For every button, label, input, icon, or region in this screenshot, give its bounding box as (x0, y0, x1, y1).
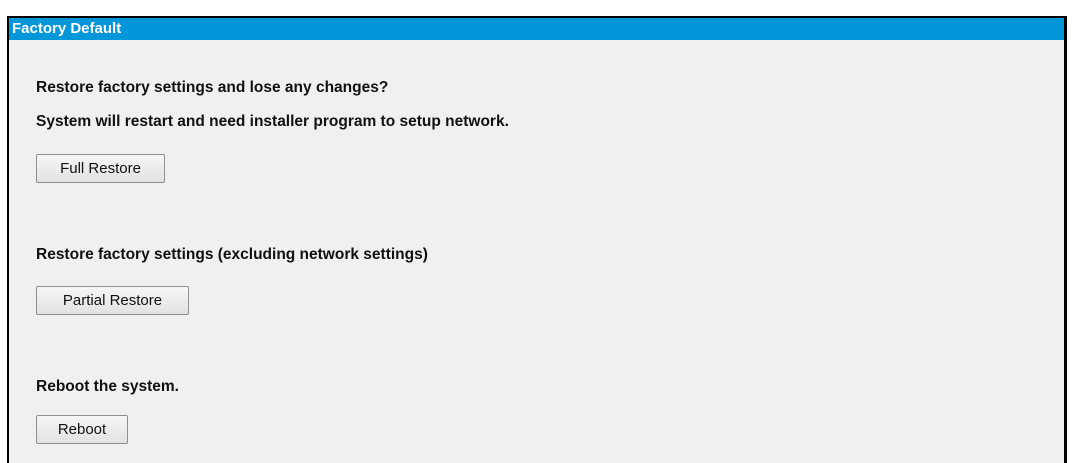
factory-default-panel: Factory Default Restore factory settings… (7, 16, 1067, 463)
reboot-prompt: Reboot the system. (36, 378, 179, 395)
panel-title: Factory Default (9, 18, 1064, 40)
full-restore-prompt: Restore factory settings and lose any ch… (36, 79, 389, 96)
partial-restore-prompt: Restore factory settings (excluding netw… (36, 246, 428, 263)
reboot-button[interactable]: Reboot (36, 415, 128, 444)
partial-restore-button[interactable]: Partial Restore (36, 286, 189, 315)
full-restore-warning: System will restart and need installer p… (36, 113, 509, 130)
full-restore-button[interactable]: Full Restore (36, 154, 165, 183)
